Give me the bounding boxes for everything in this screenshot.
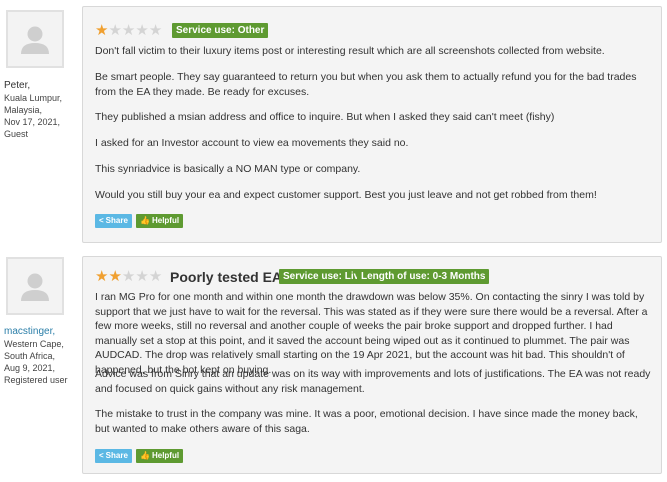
star-empty-icon: ★	[121, 22, 136, 39]
review-paragraph: They published a msian address and offic…	[95, 111, 555, 123]
author-role: Registered user	[4, 375, 68, 385]
review-paragraph: Don't fall victim to their luxury items …	[95, 45, 605, 57]
avatar[interactable]	[6, 10, 64, 68]
star-filled-icon: ★	[108, 268, 122, 285]
star-empty-icon: ★	[135, 22, 149, 39]
author-name-link[interactable]: macstinger,	[4, 325, 76, 338]
helpful-button[interactable]: 👍 Helpful	[136, 214, 184, 228]
review-paragraph: Be smart people. They say guaranteed to …	[95, 71, 637, 98]
share-button[interactable]: < Share	[95, 214, 132, 228]
star-empty-icon: ★	[121, 268, 136, 285]
share-label: Share	[105, 216, 128, 225]
share-label: Share	[105, 451, 128, 460]
review-paragraph: Would you still buy your ea and expect c…	[95, 189, 597, 201]
helpful-label: Helpful	[151, 216, 180, 225]
share-icon: <	[99, 216, 104, 225]
thumbs-up-icon: 👍	[140, 216, 150, 225]
user-silhouette-icon	[21, 26, 49, 54]
author-location-country: South Africa,	[4, 351, 56, 361]
author-info: macstinger, Western Cape, South Africa, …	[4, 325, 76, 386]
star-empty-icon: ★	[135, 268, 149, 285]
star-empty-icon: ★	[108, 22, 122, 39]
author-location-city: Kuala Lumpur,	[4, 93, 63, 103]
avatar[interactable]	[6, 257, 64, 315]
review-date: Nov 17, 2021,	[4, 117, 61, 127]
review-paragraph: This synriadvice is basically a NO MAN t…	[95, 163, 361, 175]
review-box: ★ ★ ★ ★ ★ Poorly tested EA's Service use…	[82, 256, 662, 474]
author-role: Guest	[4, 129, 29, 139]
review-date: Aug 9, 2021,	[4, 363, 56, 373]
user-silhouette-icon	[21, 273, 49, 301]
thumbs-up-icon: 👍	[140, 451, 150, 460]
review-paragraph: The mistake to trust in the company was …	[95, 408, 638, 435]
review-paragraph: I asked for an Investor account to view …	[95, 137, 409, 149]
star-empty-icon: ★	[148, 22, 163, 39]
review-box: ★ ★ ★ ★ ★ Service use: Other Don't fall …	[82, 6, 662, 243]
star-rating: ★ ★ ★ ★ ★	[95, 269, 162, 284]
helpful-button[interactable]: 👍 Helpful	[136, 449, 184, 463]
star-rating: ★ ★ ★ ★ ★	[95, 23, 162, 38]
share-button[interactable]: < Share	[95, 449, 132, 463]
review-title: Poorly tested EA's	[170, 269, 294, 285]
review-paragraph: I ran MG Pro for one month and within on…	[95, 291, 648, 376]
tag-length-of-use: Length of use: 0-3 Months	[357, 269, 490, 284]
star-filled-icon: ★	[95, 22, 109, 39]
tag-service-use: Service use: Other	[172, 23, 269, 38]
star-empty-icon: ★	[148, 268, 163, 285]
author-location-region: Western Cape,	[4, 339, 64, 349]
review-paragraph: Advice was from Sinry that an update was…	[95, 368, 651, 395]
helpful-label: Helpful	[151, 451, 180, 460]
author-name: Peter,	[4, 80, 31, 91]
tag-service-use: Service use: Live	[279, 269, 369, 284]
author-location-country: Malaysia,	[4, 105, 43, 115]
star-filled-icon: ★	[95, 268, 109, 285]
share-icon: <	[99, 451, 104, 460]
author-info: Peter, Kuala Lumpur, Malaysia, Nov 17, 2…	[4, 79, 76, 140]
